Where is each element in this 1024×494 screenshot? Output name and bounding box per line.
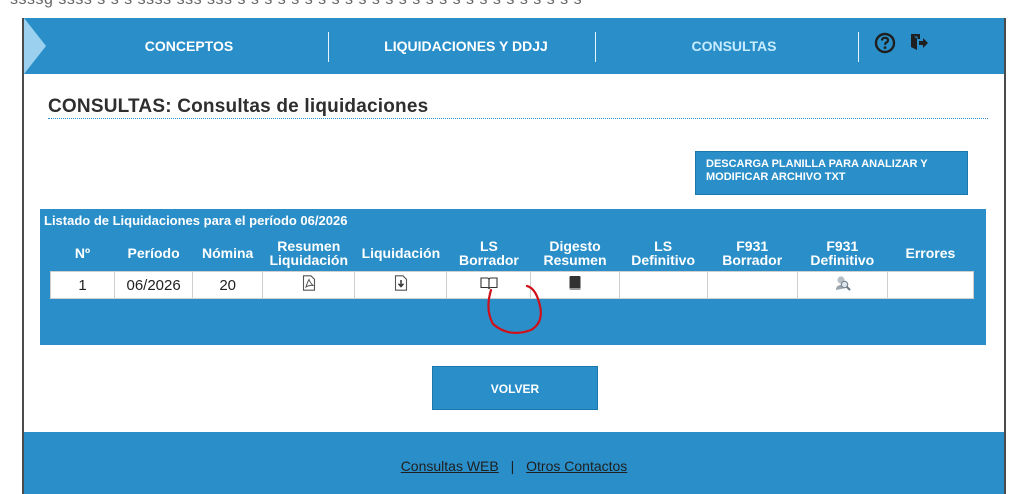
nav-divider — [328, 32, 329, 62]
table-header-row: Nº Período Nómina Resumen Liquidación Li… — [51, 235, 974, 272]
col-header-numero: Nº — [74, 245, 91, 261]
cell-digesto-resumen — [530, 271, 620, 299]
app-frame: CONCEPTOS LIQUIDACIONES Y DDJJ CONSULTAS… — [22, 18, 1006, 494]
col-header-resumen-liquidacion: Resumen Liquidación — [269, 238, 349, 268]
download-file-icon[interactable] — [394, 275, 408, 295]
search-person-icon[interactable] — [832, 273, 852, 297]
download-planilla-button[interactable]: DESCARGA PLANILLA PARA ANALIZAR Y MODIFI… — [695, 151, 968, 195]
otros-contactos-link[interactable]: Otros Contactos — [526, 458, 627, 474]
col-header-errores: Errores — [905, 245, 956, 261]
nav-consultas[interactable]: CONSULTAS — [624, 18, 844, 74]
title-divider — [48, 118, 988, 119]
pdf-icon[interactable] — [302, 275, 316, 295]
cell-liquidacion — [354, 271, 448, 299]
col-header-f931-borrador: F931 Borrador — [722, 238, 783, 268]
footer: Consultas WEB | Otros Contactos — [24, 432, 1004, 494]
nav-divider — [595, 32, 596, 62]
nav-conceptos[interactable]: CONCEPTOS — [84, 18, 294, 74]
cell-ls-definitivo — [618, 271, 708, 299]
cell-periodo: 06/2026 — [114, 271, 194, 299]
cell-resumen-liquidacion — [262, 271, 356, 299]
cell-ls-borrador — [446, 271, 532, 299]
volver-button[interactable]: VOLVER — [432, 366, 598, 410]
nav-liquidaciones-ddjj[interactable]: LIQUIDACIONES Y DDJJ — [346, 18, 586, 74]
col-header-f931-definitivo: F931 Definitivo — [810, 238, 875, 268]
col-header-liquidacion: Liquidación — [361, 245, 441, 261]
liquidaciones-panel: Listado de Liquidaciones para el período… — [40, 209, 986, 345]
col-header-digesto-resumen: Digesto Resumen — [543, 238, 607, 268]
list-caption: Listado de Liquidaciones para el período… — [44, 213, 348, 228]
liquidaciones-table: Nº Período Nómina Resumen Liquidación Li… — [49, 235, 975, 299]
cropped-text: ssssg ssss s s s ssss sss sss s s s s s … — [10, 0, 582, 9]
main-nav: CONCEPTOS LIQUIDACIONES Y DDJJ CONSULTAS — [24, 18, 1004, 74]
cell-numero: 1 — [49, 271, 116, 299]
consultas-web-link[interactable]: Consultas WEB — [401, 458, 499, 474]
footer-links: Consultas WEB | Otros Contactos — [24, 458, 1004, 474]
cell-errores — [886, 271, 975, 299]
footer-separator: | — [510, 458, 515, 474]
cell-f931-definitivo — [796, 271, 888, 299]
col-header-ls-borrador: LS Borrador — [458, 238, 519, 268]
nav-divider — [858, 32, 859, 62]
open-book-icon[interactable] — [480, 276, 498, 294]
cell-nomina: 20 — [192, 271, 264, 299]
nav-arrow-icon — [24, 18, 46, 74]
logout-icon[interactable] — [908, 32, 930, 54]
col-header-periodo: Período — [127, 245, 180, 261]
col-header-nomina: Nómina — [202, 245, 254, 261]
book-icon[interactable] — [568, 275, 582, 295]
col-header-ls-definitivo: LS Definitivo — [631, 238, 695, 268]
top-cropped-text: ssssg ssss s s s ssss sss sss s s s s s … — [0, 0, 1024, 18]
help-icon[interactable] — [874, 32, 896, 54]
cell-f931-borrador — [706, 271, 798, 299]
table-row: 1 06/2026 20 — [49, 271, 975, 299]
page-title: CONSULTAS: Consultas de liquidaciones — [48, 96, 429, 117]
